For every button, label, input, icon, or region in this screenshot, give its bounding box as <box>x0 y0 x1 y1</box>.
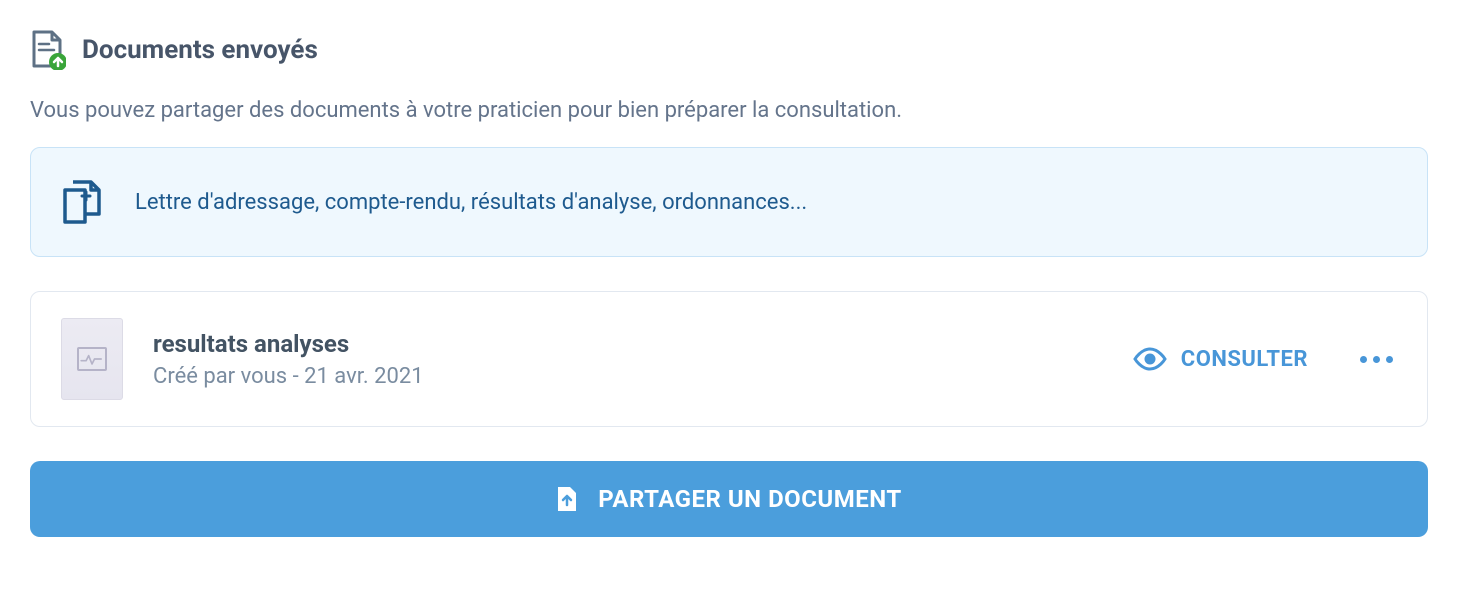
view-button[interactable]: CONSULTER <box>1133 347 1308 372</box>
document-thumbnail <box>61 318 123 400</box>
info-banner: Lettre d'adressage, compte-rendu, résult… <box>30 147 1428 257</box>
more-dot-icon <box>1373 356 1380 363</box>
more-options-button[interactable] <box>1356 352 1397 367</box>
more-dot-icon <box>1360 356 1367 363</box>
documents-stack-icon <box>59 178 107 226</box>
section-description: Vous pouvez partager des documents à vot… <box>30 98 1428 123</box>
share-document-button[interactable]: PARTAGER UN DOCUMENT <box>30 461 1428 537</box>
document-meta: Créé par vous - 21 avr. 2021 <box>153 364 1133 389</box>
document-info: resultats analyses Créé par vous - 21 av… <box>153 330 1133 389</box>
section-title: Documents envoyés <box>82 35 318 65</box>
section-header: Documents envoyés <box>30 30 1428 70</box>
eye-icon <box>1133 347 1167 371</box>
document-actions: CONSULTER <box>1133 347 1397 372</box>
share-button-label: PARTAGER UN DOCUMENT <box>598 485 901 513</box>
documents-sent-icon <box>30 30 66 70</box>
document-card: resultats analyses Créé par vous - 21 av… <box>30 291 1428 427</box>
info-banner-text: Lettre d'adressage, compte-rendu, résult… <box>135 190 807 215</box>
view-button-label: CONSULTER <box>1181 347 1308 372</box>
file-upload-icon <box>556 485 578 513</box>
more-dot-icon <box>1386 356 1393 363</box>
document-name: resultats analyses <box>153 330 1133 358</box>
